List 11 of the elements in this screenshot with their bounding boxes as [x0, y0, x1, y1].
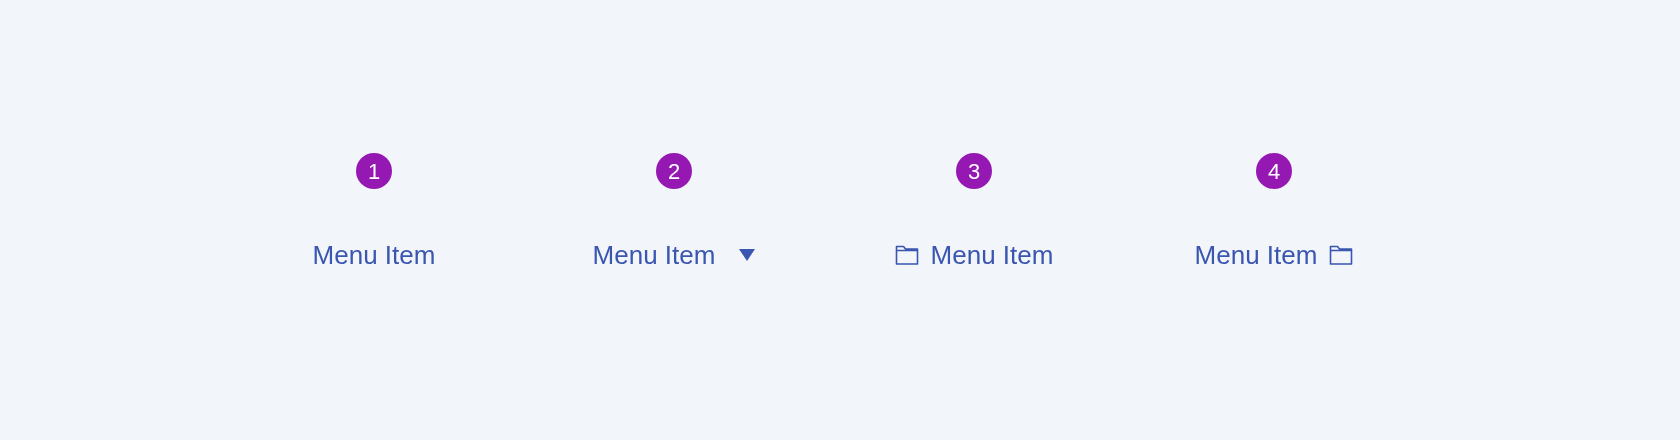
number-badge: 4	[1256, 153, 1292, 189]
menu-item[interactable]: Menu Item	[1194, 237, 1354, 273]
caret-icon	[739, 249, 756, 261]
number-badge: 1	[356, 153, 392, 189]
folder-icon	[894, 244, 919, 266]
number-badge: 2	[656, 153, 692, 189]
menu-item[interactable]: Menu Item	[592, 237, 756, 273]
number-badge: 3	[956, 153, 992, 189]
menu-item[interactable]: Menu Item	[312, 237, 436, 273]
folder-icon	[1329, 244, 1354, 266]
menu-item[interactable]: Menu Item	[894, 237, 1054, 273]
